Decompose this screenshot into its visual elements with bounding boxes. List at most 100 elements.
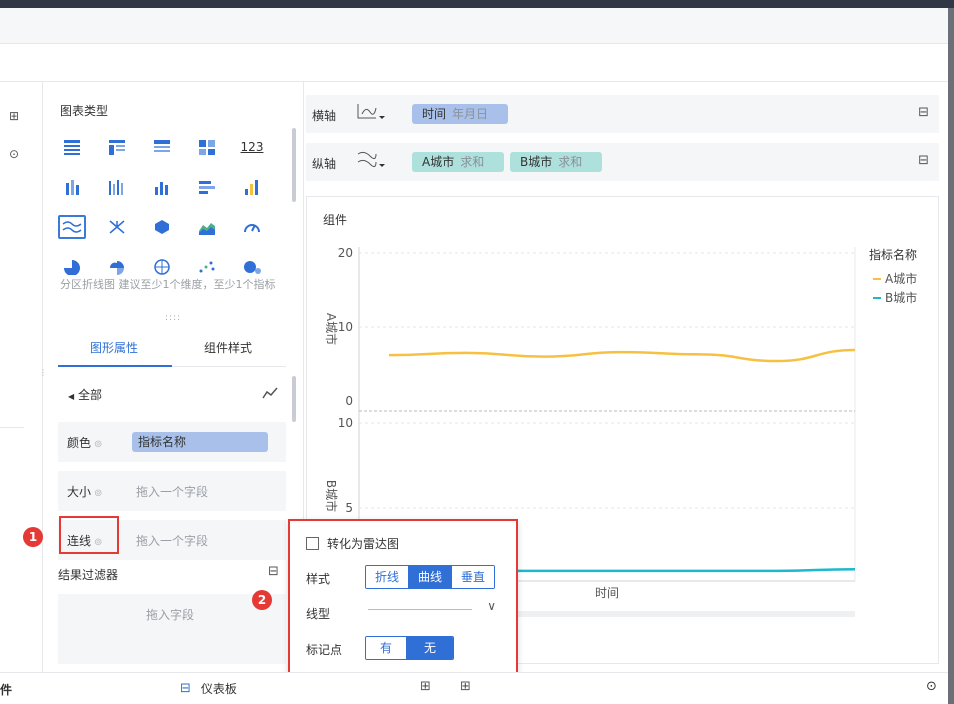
kpi-icon[interactable] <box>193 135 221 159</box>
column-icon[interactable] <box>148 175 176 199</box>
area-line-icon[interactable] <box>58 215 86 239</box>
bottom-tab-component[interactable]: 件 <box>0 681 12 698</box>
y-axis-settings-icon[interactable]: ⊟ <box>918 153 929 168</box>
y-axis-type-icon[interactable] <box>356 150 386 174</box>
size-placeholder: 拖入一个字段 <box>136 485 209 499</box>
style-option-polyline[interactable]: 折线 <box>366 566 410 588</box>
toolbar-strip <box>0 8 948 44</box>
marker-label: 标记点 <box>306 643 343 657</box>
marker-option-yes[interactable]: 有 <box>366 637 408 659</box>
line-type-preview <box>368 609 472 610</box>
y-axis-row: 纵轴 A城市 求和 B城市 求和 ⊟ <box>306 143 939 181</box>
y-field-b-sub: 求和 <box>558 155 583 169</box>
add-component-icon[interactable]: ⊞ <box>420 679 431 694</box>
marker-segmented-control: 有 无 <box>365 636 455 660</box>
dashboard-label: 仪表板 <box>200 682 237 696</box>
table-icon[interactable] <box>58 135 86 159</box>
number-icon-text: 123 <box>240 140 264 154</box>
y-axis-label: 纵轴 <box>312 157 337 171</box>
tab-component-style[interactable]: 组件样式 <box>204 339 252 356</box>
scatter-icon[interactable] <box>193 255 221 279</box>
left-icon-column: ⊞ ⊙ <box>0 82 43 672</box>
x-field-name: 时间 <box>422 107 447 121</box>
filter-drop-zone[interactable]: 拖入字段 <box>58 594 286 664</box>
legend-item: A城市 <box>885 271 917 286</box>
more-icon[interactable]: ⊙ <box>6 146 22 162</box>
style-label: 样式 <box>306 572 331 586</box>
marker-option-no[interactable]: 无 <box>407 637 454 659</box>
chart-type-title: 图表类型 <box>60 104 109 118</box>
color-row[interactable]: 颜色 ⊚ 指标名称 <box>58 422 286 462</box>
x-axis-type-icon[interactable] <box>356 102 386 126</box>
rose-icon[interactable] <box>103 255 131 279</box>
annotation-badge-1: 1 <box>23 527 43 547</box>
collapse-triangle-icon: ◀ <box>68 392 75 401</box>
series-line-1 <box>388 348 856 363</box>
y-field-a-name: A城市 <box>422 155 455 169</box>
gauge-icon[interactable] <box>238 215 266 239</box>
tab-graphic-properties[interactable]: 图形属性 <box>90 339 138 356</box>
style-option-curve[interactable]: 曲线 <box>409 566 453 588</box>
area-icon[interactable] <box>193 215 221 239</box>
panel-resize-handle[interactable]: ⋮ <box>39 368 47 377</box>
bottom-tab-dashboard[interactable]: ⊟ 仪表板 <box>180 680 237 697</box>
y-tick-label: 10 <box>338 320 353 334</box>
group-all-label: 全部 <box>77 388 102 402</box>
divider <box>0 427 24 428</box>
x-axis-row: 横轴 时间 年月日 ⊟ <box>306 95 939 133</box>
step-column-icon[interactable] <box>238 175 266 199</box>
color-field-pill[interactable]: 指标名称 <box>132 432 268 452</box>
x-field-pill[interactable]: 时间 年月日 <box>412 104 508 124</box>
highlight-box-line <box>59 516 119 554</box>
x-axis-label: 横轴 <box>312 109 337 123</box>
expand-up-icon[interactable]: ⊙ <box>926 679 937 694</box>
radar-checkbox-row[interactable]: 转化为雷达图 <box>306 535 399 552</box>
pie-icon[interactable] <box>58 255 86 279</box>
x-axis-settings-icon[interactable]: ⊟ <box>918 105 929 120</box>
color-label-text: 颜色 <box>67 436 92 450</box>
panel-drag-handle[interactable]: :::: <box>165 313 181 323</box>
number-icon[interactable]: 123 <box>238 135 266 159</box>
size-row[interactable]: 大小 ⊚ 拖入一个字段 <box>58 471 286 511</box>
y-field-a-pill[interactable]: A城市 求和 <box>412 152 504 172</box>
chart-title: 组件 <box>323 213 348 227</box>
radar-checkbox[interactable] <box>306 537 319 550</box>
y-axis-title: B城市 <box>324 480 339 512</box>
property-tabs: 图形属性 组件样式 <box>58 325 286 367</box>
y-tick-label: 20 <box>338 246 353 260</box>
style-option-vertical[interactable]: 垂直 <box>452 566 495 588</box>
y-tick-label: 0 <box>345 394 353 408</box>
group-all[interactable]: ◀ 全部 <box>68 386 102 403</box>
y-field-b-pill[interactable]: B城市 求和 <box>510 152 602 172</box>
multi-bar-icon[interactable] <box>103 175 131 199</box>
line-type-icon[interactable] <box>262 386 278 403</box>
x-axis-title: 时间 <box>595 586 619 600</box>
add-dashboard-icon[interactable]: ⊞ <box>460 679 471 694</box>
line-type-select[interactable]: ∨ <box>368 599 498 621</box>
bar-icon[interactable] <box>193 175 221 199</box>
chart-type-grid: 123 <box>58 135 286 279</box>
polygon-icon[interactable] <box>148 215 176 239</box>
detail-table-icon[interactable] <box>148 135 176 159</box>
gear-icon[interactable]: ⊚ <box>94 488 102 499</box>
color-label: 颜色 ⊚ <box>67 434 102 451</box>
dashboard-icon: ⊟ <box>180 681 191 696</box>
filter-placeholder: 拖入字段 <box>146 608 195 622</box>
globe-icon[interactable] <box>148 255 176 279</box>
app-top-bar <box>0 0 954 8</box>
dot-bar-icon[interactable] <box>58 175 86 199</box>
radar-icon[interactable] <box>103 215 131 239</box>
filter-settings-icon[interactable]: ⊟ <box>268 564 279 579</box>
properties-scrollbar[interactable] <box>292 376 296 422</box>
chart-type-scrollbar[interactable] <box>292 128 296 202</box>
right-edge-scrollbar[interactable] <box>948 8 954 704</box>
bubble-icon[interactable] <box>238 255 266 279</box>
cross-table-icon[interactable] <box>103 135 131 159</box>
legend-item: B城市 <box>885 290 917 305</box>
line-type-label: 线型 <box>306 607 331 621</box>
filter-title: 结果过滤器 <box>58 568 119 582</box>
line-placeholder: 拖入一个字段 <box>136 534 209 548</box>
bottom-tab-bar: 件 ⊟ 仪表板 ⊞ ⊞ ⊙ <box>0 672 948 704</box>
gear-icon[interactable]: ⊚ <box>94 439 102 450</box>
data-switch-icon[interactable]: ⊞ <box>6 108 22 124</box>
